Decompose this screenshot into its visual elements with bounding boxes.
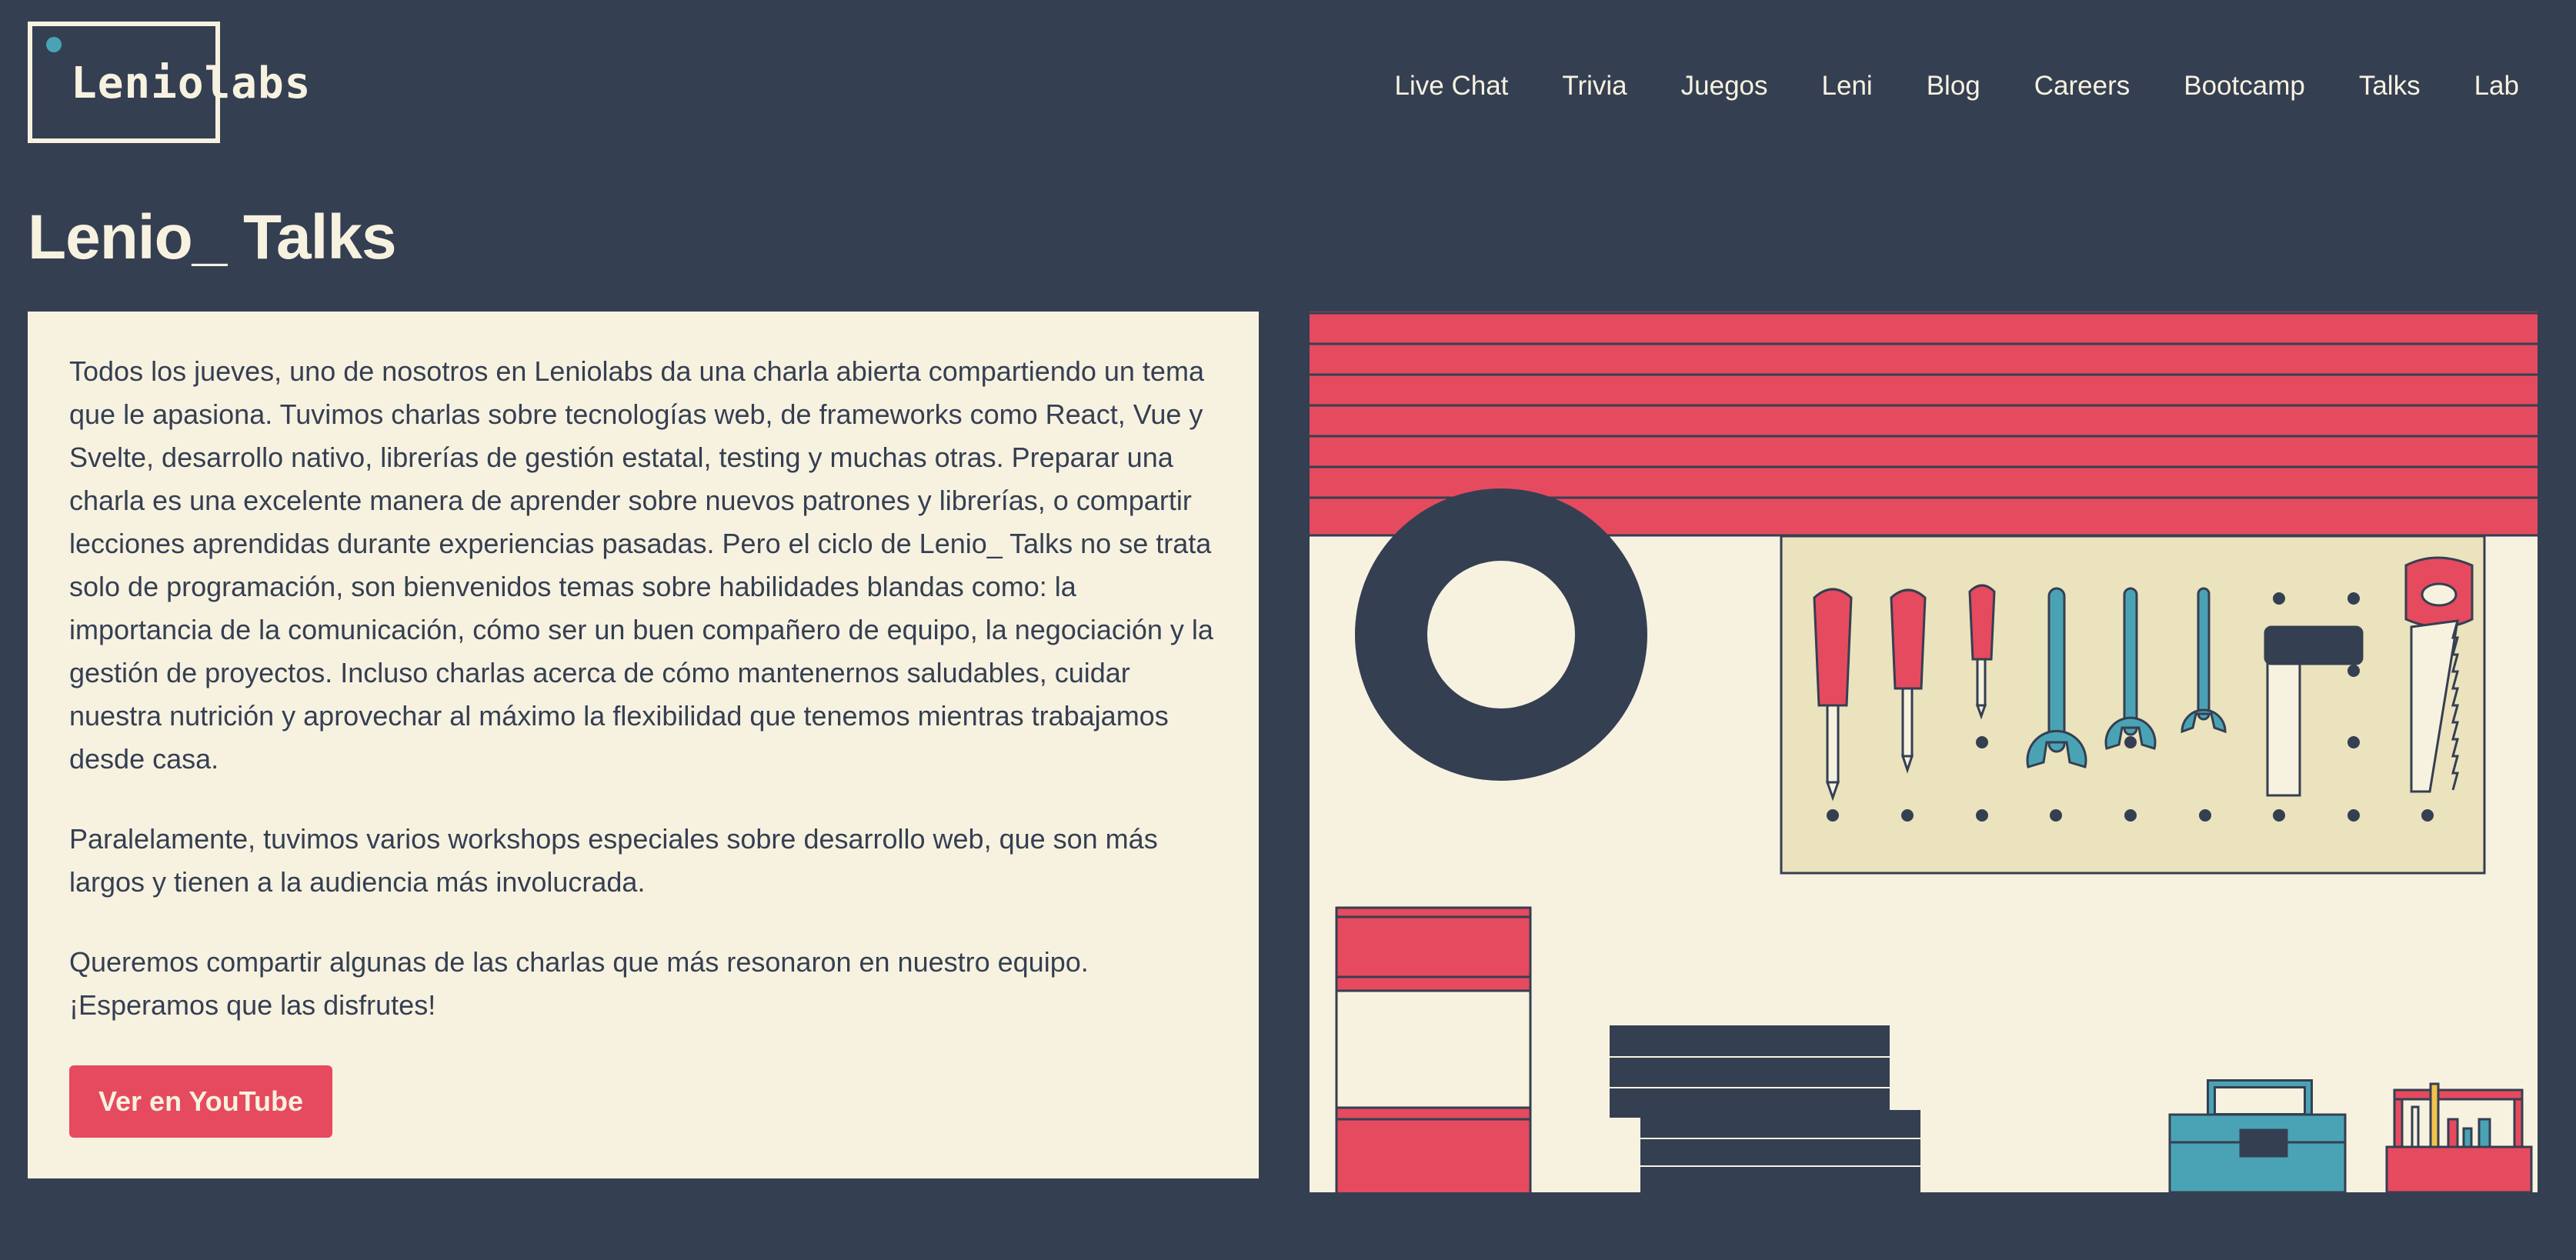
nav-item-careers[interactable]: Careers bbox=[2034, 71, 2130, 102]
nav-item-talks[interactable]: Talks bbox=[2359, 71, 2421, 102]
intro-paragraph: Todos los jueves, uno de nosotros en Len… bbox=[69, 355, 1213, 775]
nav-item-bootcamp[interactable]: Bootcamp bbox=[2184, 71, 2305, 102]
nav-item-leni[interactable]: Leni bbox=[1822, 71, 1873, 102]
logo-text: Leniolabs bbox=[71, 58, 312, 108]
nav-item-trivia[interactable]: Trivia bbox=[1562, 71, 1627, 102]
workshops-paragraph: Paralelamente, tuvimos varios workshops … bbox=[69, 823, 1158, 898]
share-paragraph: Queremos compartir algunas de las charla… bbox=[69, 946, 1089, 1021]
garage-illustration bbox=[1310, 312, 2538, 1192]
stacked-boxes-icon bbox=[1610, 1025, 1920, 1192]
nav-item-juegos[interactable]: Juegos bbox=[1681, 71, 1768, 102]
nav-item-live-chat[interactable]: Live Chat bbox=[1395, 71, 1509, 102]
youtube-button[interactable]: Ver en YouTube bbox=[69, 1065, 333, 1138]
logo-dot-icon bbox=[46, 37, 62, 52]
leniolabs-logo[interactable]: Leniolabs bbox=[28, 22, 310, 143]
nav-item-blog[interactable]: Blog bbox=[1927, 71, 1980, 102]
nav-item-lab[interactable]: Lab bbox=[2474, 71, 2519, 102]
main-nav: Live Chat Trivia Juegos Leni Blog Career… bbox=[1395, 71, 2519, 102]
talks-description-card: Todos los jueves, uno de nosotros en Len… bbox=[28, 312, 1259, 1178]
page-title: Lenio_ Talks bbox=[28, 202, 397, 272]
barrel-icon bbox=[1335, 906, 1532, 1192]
